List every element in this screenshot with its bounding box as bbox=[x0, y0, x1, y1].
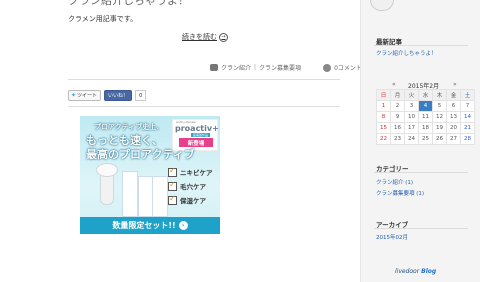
calendar-next[interactable]: » bbox=[453, 81, 457, 88]
calendar-day: 10 bbox=[404, 111, 419, 123]
post-title[interactable]: クラン紹介しちゃうよ！ bbox=[68, 0, 189, 8]
ad-drug-label: 医薬部外品 bbox=[191, 133, 211, 137]
ad-cta-label: 数量限定セット!! bbox=[112, 221, 176, 230]
calendar-day: 8 bbox=[376, 111, 391, 123]
brand-suffix: Blog bbox=[421, 268, 437, 275]
weekday-header: 木 bbox=[432, 89, 447, 101]
calendar-day: 24 bbox=[404, 133, 419, 145]
ad-check-item: 保湿ケア bbox=[168, 194, 216, 206]
calendar-day: 2 bbox=[390, 100, 405, 112]
checkbox-icon bbox=[168, 180, 177, 191]
calendar-day: 18 bbox=[418, 122, 433, 134]
ad-banner[interactable]: Guthy-Renker proactiv+ 医薬部外品 新登場 プロアクティブ… bbox=[80, 116, 220, 234]
like-count: 0 bbox=[135, 90, 147, 101]
read-more-link[interactable]: 続きを読む → bbox=[182, 32, 228, 42]
calendar-day: 25 bbox=[418, 133, 433, 145]
ad-headline-1: プロアクティブ史上、 bbox=[94, 123, 164, 131]
checkbox-icon bbox=[168, 194, 177, 205]
tweet-label: ツイート bbox=[77, 93, 98, 99]
calendar-day: 12 bbox=[432, 111, 447, 123]
brand-name: livedoor bbox=[395, 268, 420, 275]
calendar-day: 14 bbox=[460, 111, 475, 123]
calendar-day: 20 bbox=[446, 122, 461, 134]
divider bbox=[374, 172, 468, 173]
comment-icon bbox=[323, 63, 332, 72]
category-link[interactable]: クラン募集要項 (1) bbox=[376, 189, 424, 197]
ad-brand-logo: proactiv+ bbox=[175, 124, 219, 133]
weekday-header: 火 bbox=[404, 89, 419, 101]
category-separator: | bbox=[254, 64, 257, 71]
calendar-prev[interactable]: « bbox=[392, 81, 396, 88]
calendar-day: 13 bbox=[446, 111, 461, 123]
post-body: クラメン用記事です。 bbox=[68, 15, 138, 23]
calendar-day: 15 bbox=[376, 122, 391, 134]
calendar-day: 7 bbox=[460, 100, 475, 112]
weekday-header: 金 bbox=[446, 89, 461, 101]
ad-check-item: 毛穴ケア bbox=[168, 180, 216, 192]
weekday-header: 土 bbox=[460, 89, 475, 101]
calendar-day: 3 bbox=[404, 100, 419, 112]
ad-checklist: ニキビケア 毛穴ケア 保湿ケア bbox=[168, 166, 216, 208]
calendar-day: 28 bbox=[460, 133, 475, 145]
facebook-like-button[interactable]: いいね！ bbox=[104, 90, 133, 101]
divider bbox=[374, 45, 468, 46]
category-link-sub[interactable]: クラン募集要項 bbox=[259, 63, 301, 72]
calendar-day: 23 bbox=[390, 133, 405, 145]
calendar-day-today[interactable]: 4 bbox=[418, 100, 433, 112]
main-column: クラン紹介しちゃうよ！ クラメン用記事です。 続きを読む → クラン紹介 | ク… bbox=[0, 0, 362, 282]
product-tube-image bbox=[152, 176, 168, 217]
livedoor-blog-logo[interactable]: livedoor Blog bbox=[395, 268, 436, 275]
ad-cta-bar[interactable]: 数量限定セット!! › bbox=[80, 217, 220, 234]
archive-link[interactable]: 2015年02月 bbox=[376, 233, 408, 241]
read-more-label: 続きを読む bbox=[182, 33, 217, 41]
calendar-day: 21 bbox=[460, 122, 475, 134]
calendar: 日 月 火 水 木 金 土 1 2 3 4 5 6 7 8 9 10 11 12… bbox=[376, 89, 475, 145]
latest-post-link[interactable]: クラン紹介しちゃうよ！ bbox=[376, 49, 437, 57]
weekday-header: 日 bbox=[376, 89, 391, 101]
arrow-right-icon: → bbox=[219, 32, 228, 42]
ad-headline-3: 最高のプロアクティブ bbox=[86, 148, 195, 161]
checkbox-icon bbox=[168, 166, 177, 177]
weekday-header: 水 bbox=[418, 89, 433, 101]
calendar-day: 6 bbox=[446, 100, 461, 112]
divider bbox=[68, 79, 340, 80]
calendar-day: 1 bbox=[376, 100, 391, 112]
calendar-day: 9 bbox=[390, 111, 405, 123]
post-meta: クラン紹介 | クラン募集要項 0コメント bbox=[210, 63, 362, 72]
product-tube-image bbox=[122, 171, 138, 217]
ad-check-item: ニキビケア bbox=[168, 166, 216, 178]
calendar-day: 27 bbox=[446, 133, 461, 145]
calendar-day: 26 bbox=[432, 133, 447, 145]
calendar-day: 22 bbox=[376, 133, 391, 145]
calendar-day: 11 bbox=[418, 111, 433, 123]
calendar-day: 17 bbox=[404, 122, 419, 134]
divider bbox=[374, 228, 468, 229]
tweet-button[interactable]: ✦ ツイート bbox=[68, 90, 102, 101]
weekday-header: 月 bbox=[390, 89, 405, 101]
calendar-day: 16 bbox=[390, 122, 405, 134]
calendar-day: 19 bbox=[432, 122, 447, 134]
comments-link[interactable]: 0コメント bbox=[334, 63, 362, 72]
category-link-main[interactable]: クラン紹介 bbox=[221, 63, 251, 72]
category-link[interactable]: クラン紹介 (1) bbox=[376, 178, 413, 186]
folder-icon bbox=[210, 64, 218, 71]
device-brush-head bbox=[96, 163, 118, 177]
chevron-right-icon: › bbox=[178, 221, 188, 230]
calendar-day: 5 bbox=[432, 100, 447, 112]
share-bar: ✦ ツイート いいね！ 0 bbox=[68, 90, 147, 101]
twitter-bird-icon: ✦ bbox=[71, 92, 77, 99]
like-label: いいね！ bbox=[108, 93, 129, 99]
divider bbox=[68, 106, 340, 107]
